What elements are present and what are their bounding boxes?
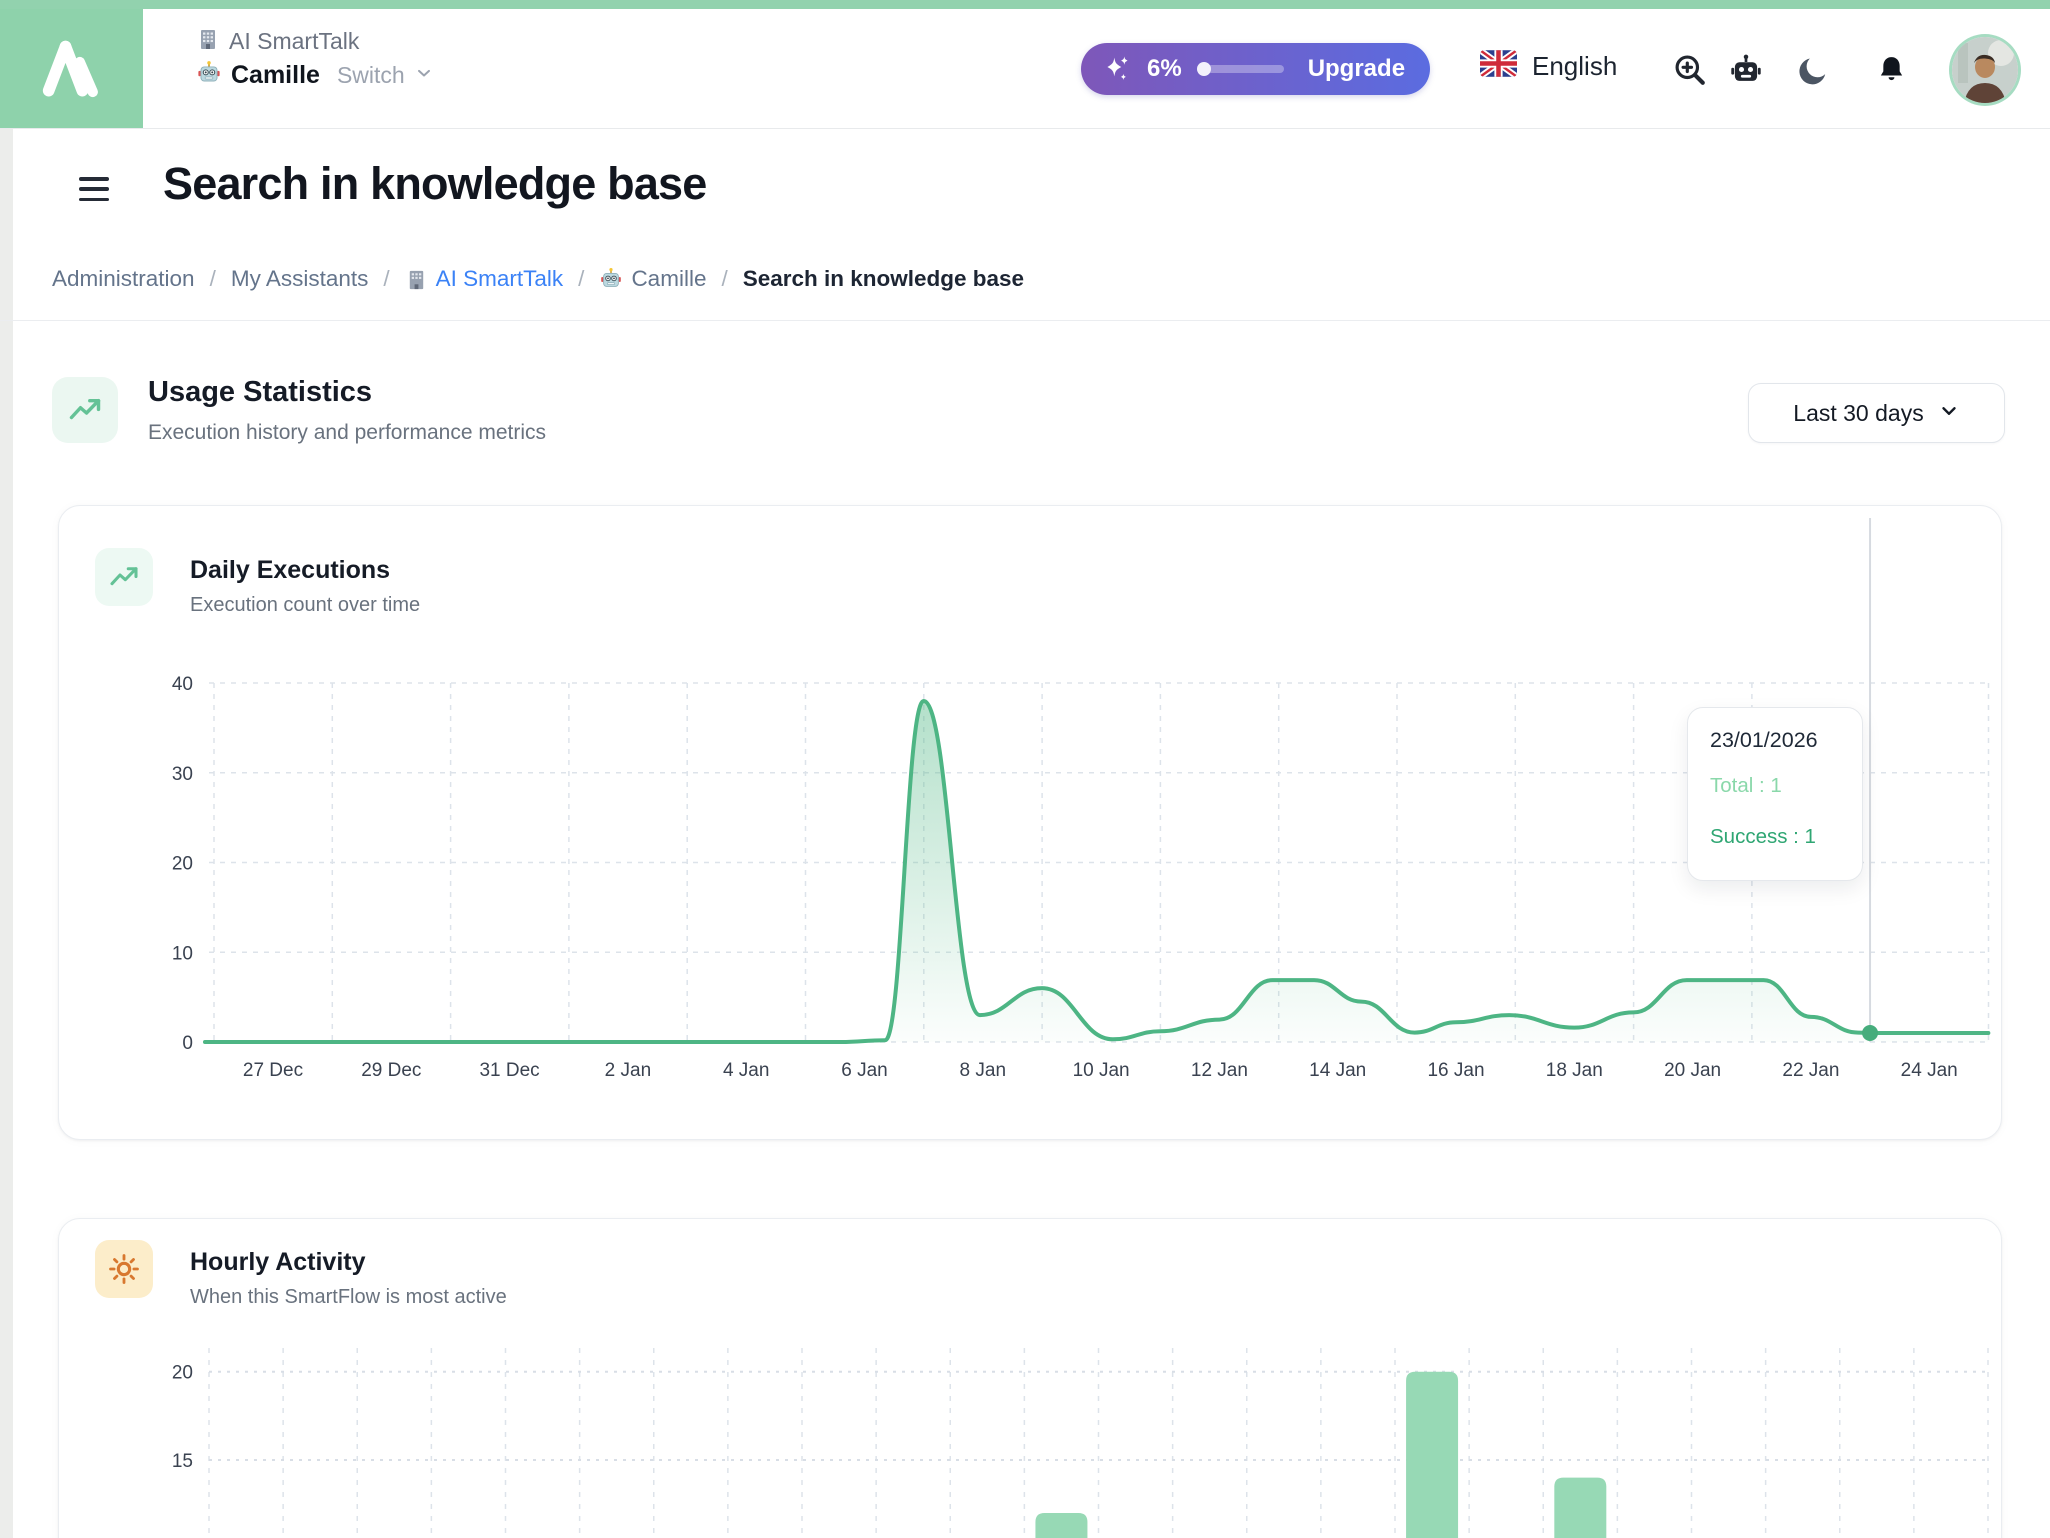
menu-hamburger-button[interactable] <box>79 177 109 201</box>
building-icon <box>196 27 220 56</box>
usage-progress-bar <box>1200 65 1284 73</box>
trending-up-icon <box>108 561 140 593</box>
ai-robot-button[interactable] <box>1726 51 1766 91</box>
daily-card-subtitle: Execution count over time <box>190 594 420 617</box>
section-subtitle: Execution history and performance metric… <box>148 421 546 445</box>
left-rail <box>0 129 13 1538</box>
app-root: AI SmartTalk Camille Switch 6% Upgrade E… <box>0 0 2050 1538</box>
tooltip-date: 23/01/2026 <box>1710 728 1862 753</box>
page-title: Search in knowledge base <box>163 158 707 210</box>
top-accent-strip <box>0 0 2050 9</box>
tooltip-total: Total : 1 <box>1710 774 1862 798</box>
usage-percent: 6% <box>1147 55 1182 83</box>
assistant-row: Camille Switch <box>196 60 434 90</box>
upgrade-label: Upgrade <box>1308 55 1405 83</box>
breadcrumb-label: AI SmartTalk <box>436 266 564 292</box>
language-label: English <box>1532 51 1617 82</box>
chart-tooltip: 23/01/2026 Total : 1 Success : 1 <box>1687 707 1863 881</box>
section-title: Usage Statistics <box>148 376 372 409</box>
dark-mode-toggle[interactable] <box>1793 51 1833 91</box>
language-selector[interactable]: English <box>1480 50 1617 82</box>
breadcrumb-separator: / <box>721 266 727 292</box>
date-range-label: Last 30 days <box>1793 400 1923 427</box>
building-icon <box>405 268 428 291</box>
zoom-search-button[interactable] <box>1670 50 1710 90</box>
breadcrumb-item-camille[interactable]: Camille <box>599 266 706 292</box>
workspace-row[interactable]: AI SmartTalk <box>196 27 359 55</box>
date-range-selector[interactable]: Last 30 days <box>1748 383 2005 443</box>
breadcrumb-item-my-assistants[interactable]: My Assistants <box>231 266 369 292</box>
upgrade-plan-button[interactable]: 6% Upgrade <box>1081 43 1430 95</box>
uk-flag-icon <box>1480 50 1517 82</box>
breadcrumb-item-search-in-knowledge-base: Search in knowledge base <box>743 266 1024 292</box>
chevron-down-icon <box>1938 400 1960 427</box>
app-logo[interactable] <box>0 9 143 128</box>
breadcrumb-separator: / <box>578 266 584 292</box>
breadcrumb-separator: / <box>383 266 389 292</box>
breadcrumb-label: Camille <box>631 266 706 292</box>
hourly-card-subtitle: When this SmartFlow is most active <box>190 1286 507 1309</box>
daily-executions-icon-badge <box>95 548 153 606</box>
breadcrumb-separator: / <box>210 266 216 292</box>
sun-icon <box>107 1252 141 1286</box>
hourly-activity-icon-badge <box>95 1240 153 1298</box>
breadcrumb-label: Administration <box>52 266 195 292</box>
breadcrumb-item-administration[interactable]: Administration <box>52 266 195 292</box>
tooltip-success: Success : 1 <box>1710 825 1862 849</box>
chevron-down-icon[interactable] <box>414 63 434 88</box>
daily-card-title: Daily Executions <box>190 556 390 585</box>
switch-assistant-button[interactable]: Switch <box>337 62 405 89</box>
sparkles-icon <box>1101 53 1133 85</box>
header-divider <box>0 128 2050 129</box>
assistant-name: Camille <box>231 61 320 90</box>
breadcrumb: Administration / My Assistants / AI SmartTal… <box>52 266 1024 292</box>
robot-emoji-icon <box>196 60 222 91</box>
trending-up-icon <box>67 392 103 428</box>
breadcrumb-label: Search in knowledge base <box>743 266 1024 292</box>
breadcrumb-label: My Assistants <box>231 266 369 292</box>
user-avatar[interactable] <box>1952 37 2018 103</box>
logo-lambda-icon <box>33 31 111 106</box>
robot-emoji-icon <box>599 267 623 291</box>
notifications-bell-button[interactable] <box>1871 50 1911 90</box>
breadcrumb-item-ai-smarttalk[interactable]: AI SmartTalk <box>405 266 564 292</box>
usage-statistics-icon-badge <box>52 377 118 443</box>
hourly-card-title: Hourly Activity <box>190 1248 366 1277</box>
workspace-name: AI SmartTalk <box>229 28 359 55</box>
usage-progress-knob <box>1197 62 1211 76</box>
section-divider <box>0 320 2050 321</box>
